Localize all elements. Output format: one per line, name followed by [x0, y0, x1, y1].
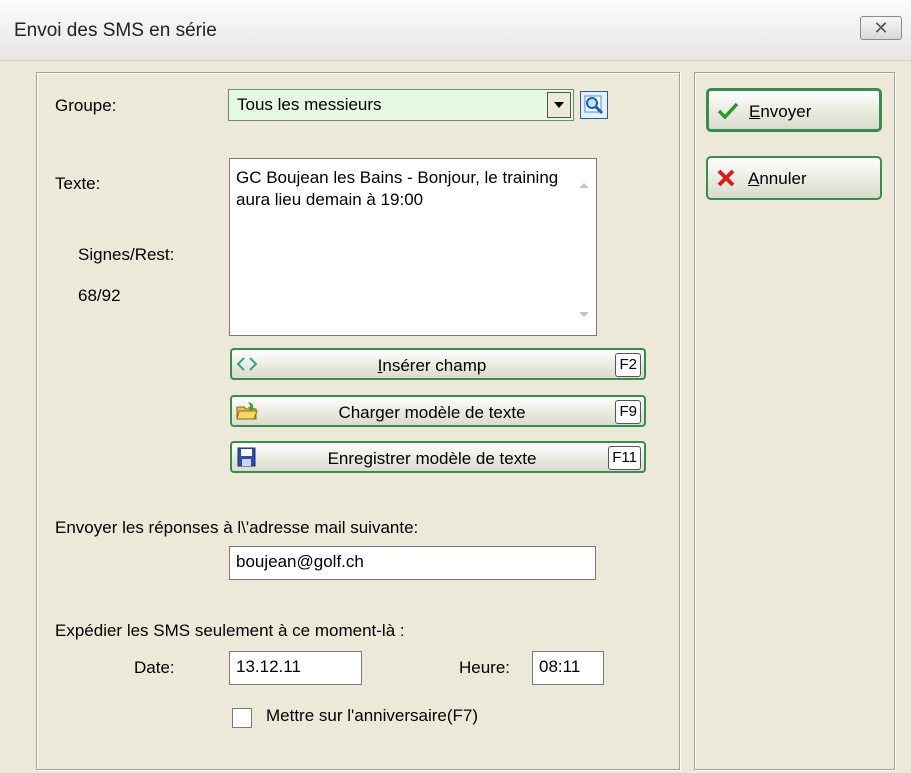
cancel-button[interactable]: Annuler: [706, 156, 882, 200]
cancel-label: nnuler: [759, 169, 807, 188]
window-title: Envoi des SMS en série: [14, 20, 217, 41]
message-text: GC Boujean les Bains - Bonjour, le train…: [236, 168, 559, 209]
open-folder-icon: [236, 402, 258, 420]
magnifier-icon: [584, 95, 604, 115]
title-bar: Envoi des SMS en série ✕: [0, 0, 911, 61]
heure-input[interactable]: 08:11: [532, 651, 604, 685]
send-mnemonic: E: [749, 102, 761, 121]
signes-counter: 68/92: [78, 286, 121, 305]
checkmark-icon: [717, 102, 739, 120]
reply-email-value: boujean@golf.ch: [236, 552, 364, 571]
date-value: 13.12.11: [236, 657, 301, 676]
save-template-label: Enregistrer modèle de texte: [327, 449, 537, 468]
red-x-icon: [717, 169, 735, 187]
close-button[interactable]: ✕: [860, 16, 902, 40]
scroll-down-icon[interactable]: [579, 312, 589, 317]
birthday-checkbox[interactable]: [232, 708, 252, 728]
send-button[interactable]: Envoyer: [706, 88, 882, 132]
load-template-button[interactable]: Charger modèle de texte F9: [230, 395, 646, 427]
search-button[interactable]: [580, 91, 608, 119]
birthday-checkbox-label[interactable]: Mettre sur l'anniversaire(F7): [266, 706, 478, 726]
load-template-key: F9: [615, 400, 641, 424]
reply-email-label: Envoyer les réponses à l\'adresse mail s…: [55, 518, 419, 537]
heure-value: 08:11: [539, 657, 581, 676]
date-label: Date:: [134, 658, 175, 677]
groupe-dropdown[interactable]: Tous les messieurs: [228, 89, 574, 121]
insert-field-button[interactable]: Insérer champ F2: [230, 348, 646, 380]
texte-label: Texte:: [55, 174, 101, 193]
heure-label: Heure:: [459, 658, 511, 677]
reply-email-input[interactable]: boujean@golf.ch: [229, 546, 596, 580]
send-label: nvoyer: [760, 102, 812, 121]
save-template-button[interactable]: Enregistrer modèle de texte F11: [230, 441, 646, 473]
floppy-disk-icon: [237, 447, 256, 467]
insert-field-label: nsérer champ: [382, 356, 487, 375]
dropdown-arrow-icon[interactable]: [547, 92, 571, 118]
close-icon: ✕: [873, 18, 889, 38]
code-brackets-icon: [236, 357, 258, 371]
load-template-label: Charger modèle de texte: [338, 403, 526, 422]
insert-field-key: F2: [615, 353, 641, 377]
schedule-label: Expédier les SMS seulement à ce moment-l…: [55, 621, 405, 640]
groupe-value: Tous les messieurs: [237, 95, 382, 114]
signes-label: Signes/Rest:: [78, 245, 175, 264]
scroll-up-icon[interactable]: [579, 183, 589, 188]
date-input[interactable]: 13.12.11: [229, 651, 362, 685]
groupe-label: Groupe:: [55, 96, 117, 115]
save-template-key: F11: [608, 446, 641, 470]
message-scrollbar[interactable]: [574, 161, 594, 333]
message-textarea[interactable]: GC Boujean les Bains - Bonjour, le train…: [229, 158, 597, 336]
cancel-mnemonic: A: [748, 169, 760, 188]
